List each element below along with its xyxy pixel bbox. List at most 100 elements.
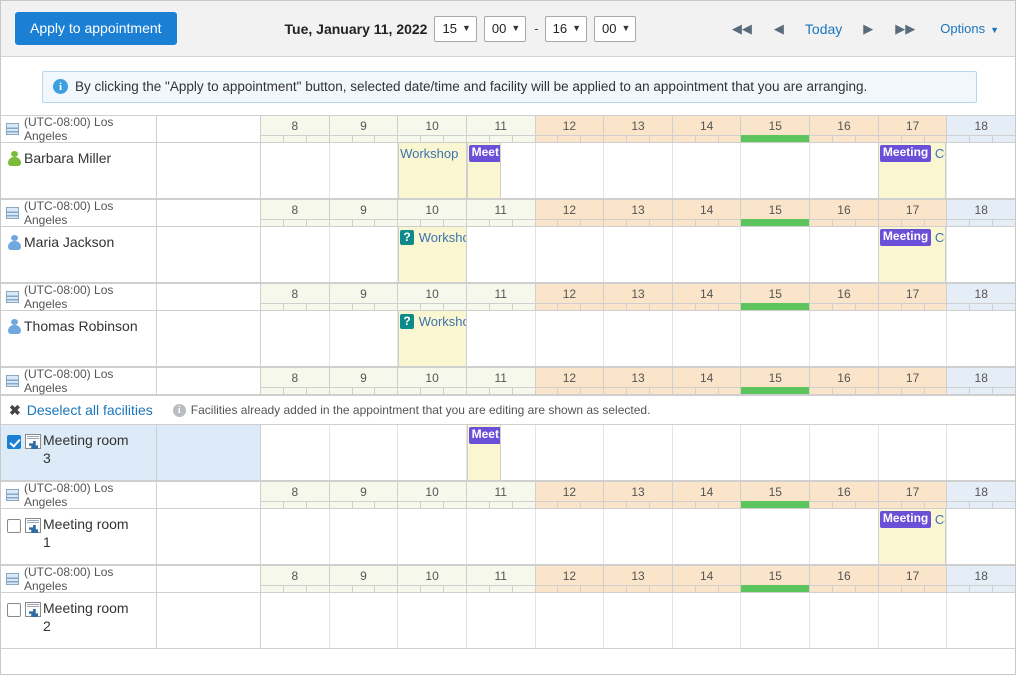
hour-column-9[interactable]: 9 — [330, 116, 399, 142]
next-week-icon[interactable]: ▶▶ — [884, 18, 926, 39]
hour-column-17[interactable]: 17 — [879, 116, 948, 142]
event-block[interactable]: ? Workshop — [398, 227, 467, 282]
hour-column-18[interactable]: 18 — [947, 116, 1015, 142]
today-button[interactable]: Today — [795, 18, 852, 40]
hour-column-17[interactable]: 17 — [879, 482, 948, 508]
facility-checkbox[interactable] — [7, 435, 21, 449]
prev-week-icon[interactable]: ◀◀ — [721, 18, 763, 39]
hour-column-18[interactable]: 18 — [947, 200, 1015, 226]
hour-column-13[interactable]: 13 — [604, 116, 673, 142]
person-name-cell[interactable]: Thomas Robinson — [1, 311, 157, 366]
hour-column-11[interactable]: 11 — [467, 200, 536, 226]
event-block[interactable]: Meet — [467, 143, 501, 198]
hour-column-16[interactable]: 16 — [810, 482, 879, 508]
start-minute-select[interactable]: 00 ▼ — [484, 16, 526, 42]
end-minute-select[interactable]: 00 ▼ — [594, 16, 636, 42]
hour-column-12[interactable]: 12 — [536, 368, 605, 394]
hour-column-14[interactable]: 14 — [673, 284, 742, 310]
hour-column-12[interactable]: 12 — [536, 200, 605, 226]
hour-column-9[interactable]: 9 — [330, 200, 399, 226]
event-block[interactable]: Meeting Co — [878, 509, 947, 564]
hour-column-13[interactable]: 13 — [604, 482, 673, 508]
hour-column-12[interactable]: 12 — [536, 566, 605, 592]
apply-to-appointment-button[interactable]: Apply to appointment — [15, 12, 177, 45]
hour-column-13[interactable]: 13 — [604, 566, 673, 592]
end-hour-select[interactable]: 16 ▼ — [545, 16, 587, 42]
facility-checkbox[interactable] — [7, 603, 21, 617]
hour-column-11[interactable]: 11 — [467, 368, 536, 394]
event-track[interactable]: Meeting Co — [261, 509, 1015, 564]
event-block[interactable]: ? Workshop — [398, 311, 467, 366]
hour-column-10[interactable]: 10 — [398, 116, 467, 142]
event-track[interactable]: ? Workshop Meeting Co — [261, 227, 1015, 282]
facility-name-cell[interactable]: Meeting room 1 — [1, 509, 157, 564]
hour-column-18[interactable]: 18 — [947, 566, 1015, 592]
hour-column-8[interactable]: 8 — [261, 482, 330, 508]
hour-column-15[interactable]: 15 — [741, 284, 810, 310]
deselect-all-facilities-link[interactable]: Deselect all facilities — [27, 402, 153, 418]
event-track[interactable] — [261, 593, 1015, 648]
hour-column-16[interactable]: 16 — [810, 368, 879, 394]
next-day-icon[interactable]: ▶ — [852, 18, 884, 39]
hour-column-17[interactable]: 17 — [879, 284, 948, 310]
hour-column-14[interactable]: 14 — [673, 482, 742, 508]
hour-column-15[interactable]: 15 — [741, 368, 810, 394]
hour-column-15[interactable]: 15 — [741, 200, 810, 226]
event-block[interactable]: Meet — [467, 425, 501, 480]
hour-column-10[interactable]: 10 — [398, 284, 467, 310]
hour-column-8[interactable]: 8 — [261, 284, 330, 310]
close-icon[interactable]: ✖ — [9, 403, 21, 417]
hour-column-14[interactable]: 14 — [673, 368, 742, 394]
hour-column-13[interactable]: 13 — [604, 200, 673, 226]
hour-column-15[interactable]: 15 — [741, 482, 810, 508]
hour-column-17[interactable]: 17 — [879, 368, 948, 394]
hour-column-10[interactable]: 10 — [398, 482, 467, 508]
hour-column-9[interactable]: 9 — [330, 368, 399, 394]
hour-column-18[interactable]: 18 — [947, 284, 1015, 310]
hour-column-18[interactable]: 18 — [947, 368, 1015, 394]
hour-column-8[interactable]: 8 — [261, 368, 330, 394]
event-block[interactable]: Workshop — [398, 143, 467, 198]
hour-column-10[interactable]: 10 — [398, 368, 467, 394]
hour-column-9[interactable]: 9 — [330, 566, 399, 592]
hour-column-13[interactable]: 13 — [604, 284, 673, 310]
hour-column-16[interactable]: 16 — [810, 566, 879, 592]
hour-column-16[interactable]: 16 — [810, 284, 879, 310]
hour-column-14[interactable]: 14 — [673, 566, 742, 592]
hour-column-17[interactable]: 17 — [879, 566, 948, 592]
event-track[interactable]: WorkshopMeet Meeting Co — [261, 143, 1015, 198]
options-menu[interactable]: Options▼ — [926, 17, 1001, 40]
hour-column-12[interactable]: 12 — [536, 116, 605, 142]
person-name-cell[interactable]: Maria Jackson — [1, 227, 157, 282]
hour-column-16[interactable]: 16 — [810, 200, 879, 226]
hour-column-8[interactable]: 8 — [261, 116, 330, 142]
event-block[interactable]: Meeting Co — [878, 227, 947, 282]
event-track[interactable]: ? Workshop — [261, 311, 1015, 366]
hour-column-14[interactable]: 14 — [673, 200, 742, 226]
hour-column-14[interactable]: 14 — [673, 116, 742, 142]
facility-name-cell[interactable]: Meeting room 3 — [1, 425, 157, 480]
start-hour-select[interactable]: 15 ▼ — [434, 16, 476, 42]
hour-column-9[interactable]: 9 — [330, 482, 399, 508]
person-name-cell[interactable]: Barbara Miller — [1, 143, 157, 198]
hour-column-11[interactable]: 11 — [467, 566, 536, 592]
hour-column-13[interactable]: 13 — [604, 368, 673, 394]
facility-checkbox[interactable] — [7, 519, 21, 533]
hour-column-8[interactable]: 8 — [261, 200, 330, 226]
hour-column-12[interactable]: 12 — [536, 284, 605, 310]
hour-column-12[interactable]: 12 — [536, 482, 605, 508]
hour-column-15[interactable]: 15 — [741, 566, 810, 592]
hour-column-18[interactable]: 18 — [947, 482, 1015, 508]
hour-column-10[interactable]: 10 — [398, 200, 467, 226]
event-track[interactable]: Meet — [261, 425, 1015, 480]
event-block[interactable]: Meeting Co — [878, 143, 947, 198]
hour-column-17[interactable]: 17 — [879, 200, 948, 226]
hour-column-9[interactable]: 9 — [330, 284, 399, 310]
hour-column-11[interactable]: 11 — [467, 284, 536, 310]
hour-column-11[interactable]: 11 — [467, 482, 536, 508]
hour-column-16[interactable]: 16 — [810, 116, 879, 142]
hour-column-8[interactable]: 8 — [261, 566, 330, 592]
hour-column-11[interactable]: 11 — [467, 116, 536, 142]
facility-name-cell[interactable]: Meeting room 2 — [1, 593, 157, 648]
hour-column-10[interactable]: 10 — [398, 566, 467, 592]
